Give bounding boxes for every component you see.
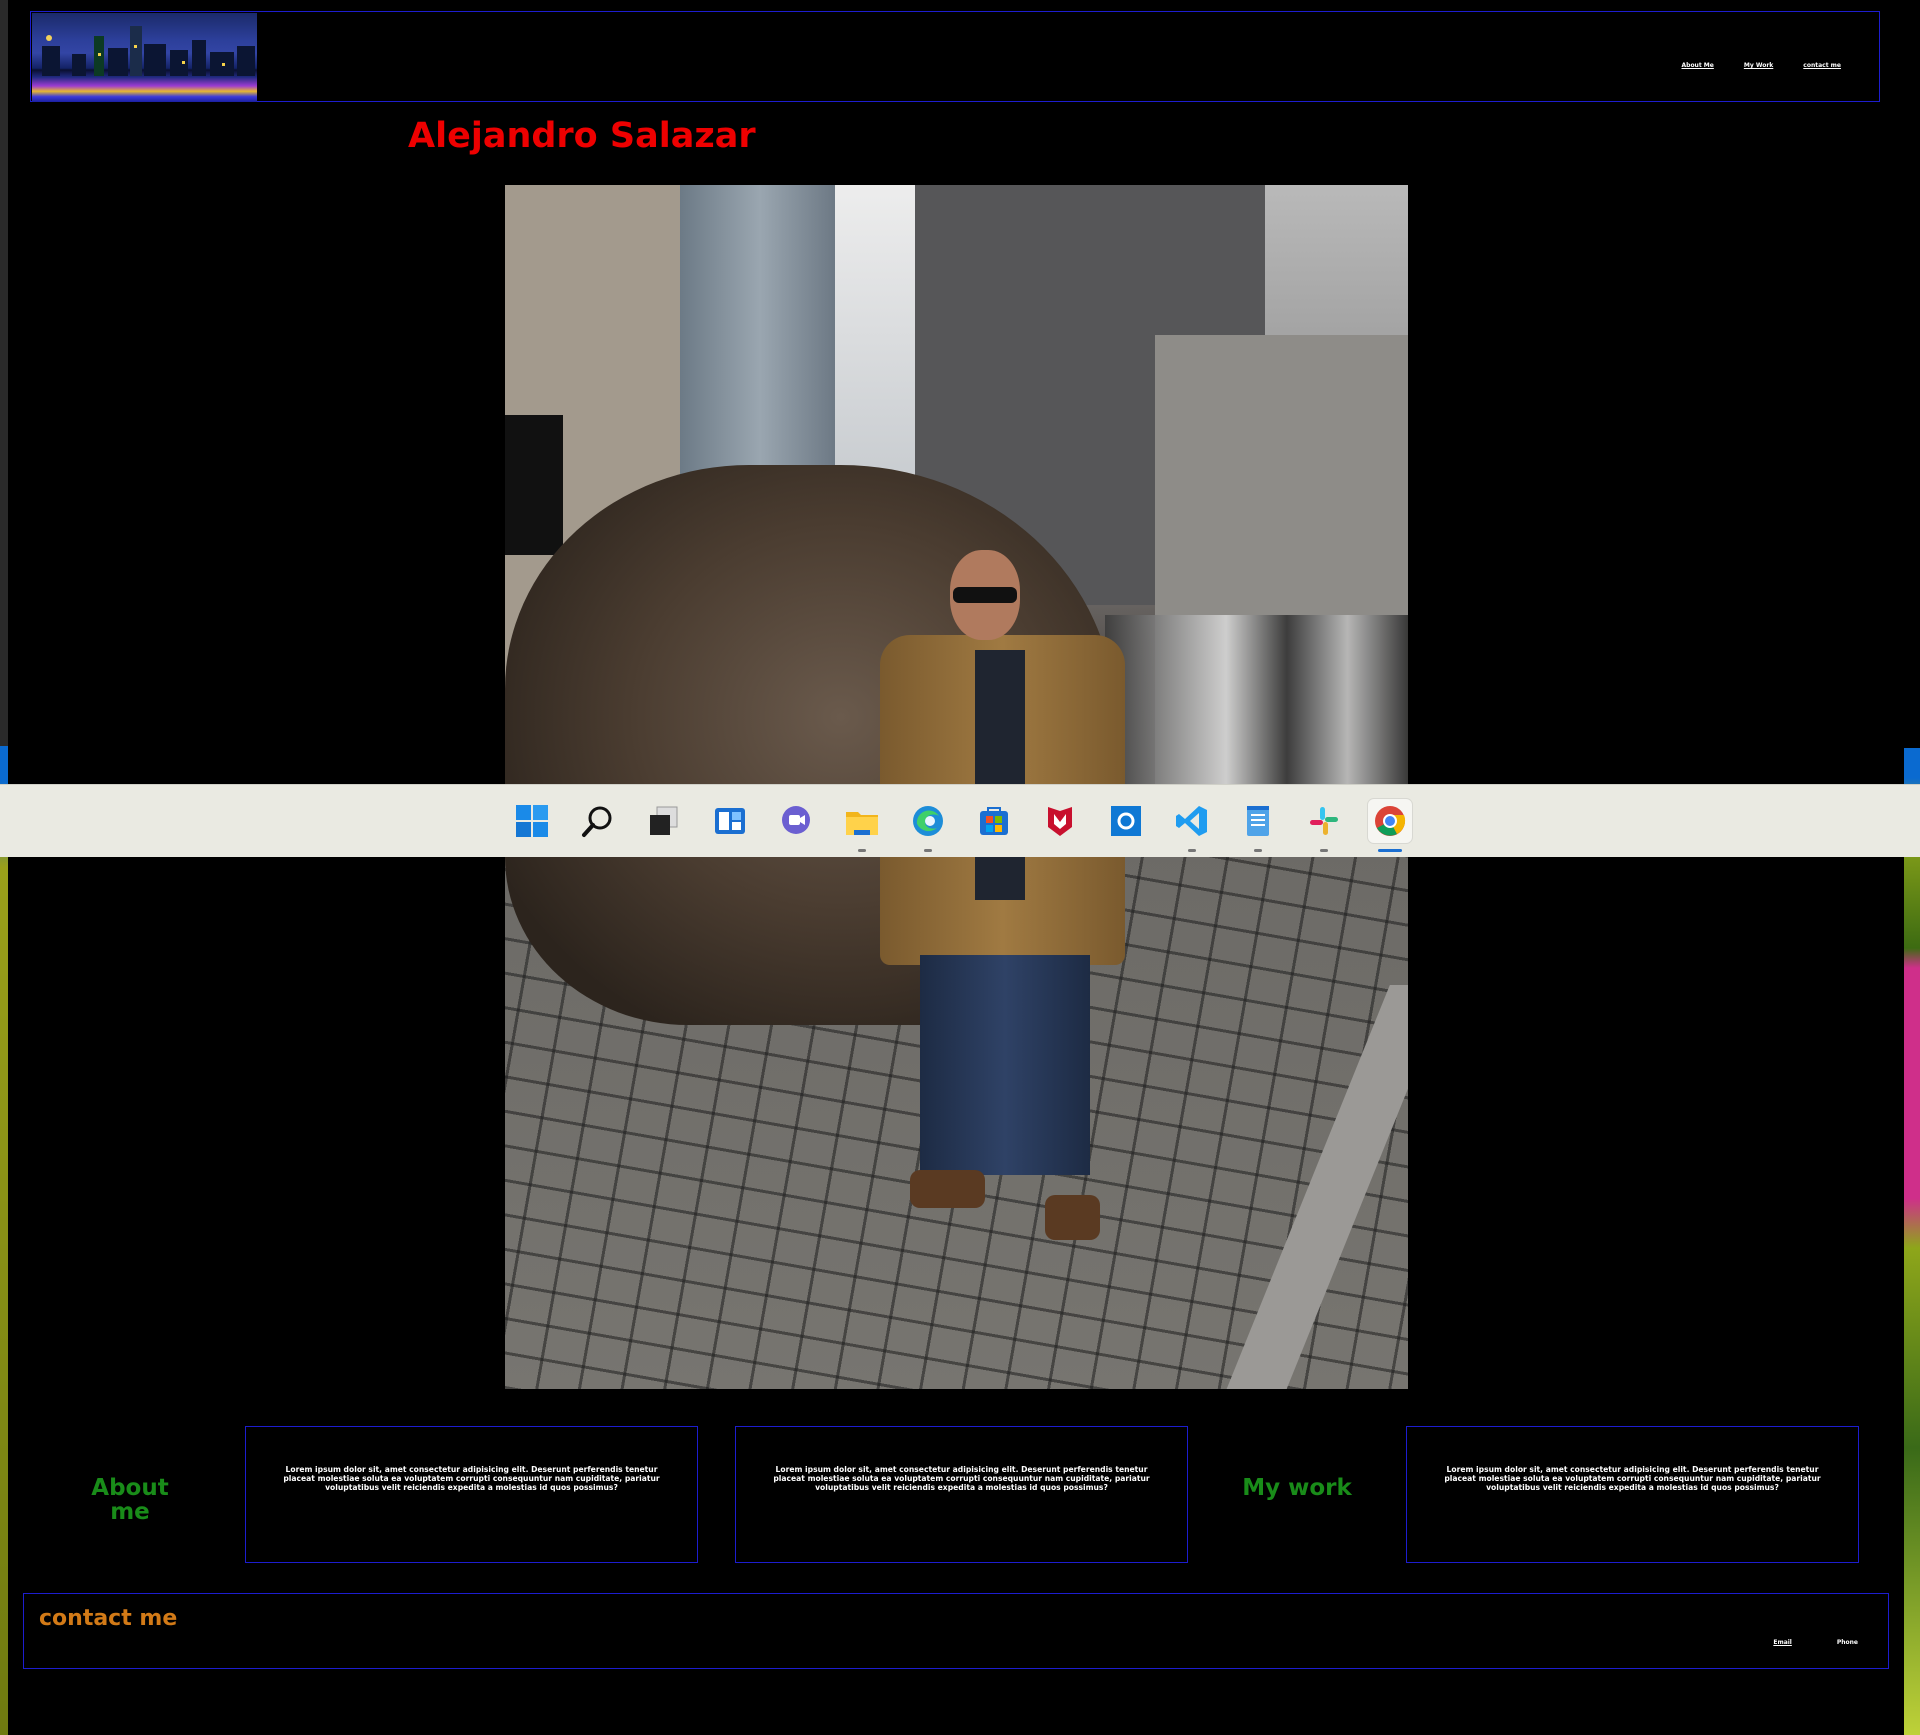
store-icon[interactable] — [972, 799, 1016, 843]
slack-icon[interactable] — [1302, 799, 1346, 852]
about-text: Lorem ipsum dolor sit, amet consectetur … — [283, 1465, 660, 1492]
windows-taskbar — [0, 784, 1920, 857]
work-text-box: Lorem ipsum dolor sit, amet consectetur … — [1406, 1426, 1859, 1563]
desktop-edge-right — [1904, 748, 1920, 1735]
nav-link-contact-me[interactable]: contact me — [1803, 62, 1841, 69]
vscode-icon[interactable] — [1170, 799, 1214, 852]
my-work-label: My work — [1242, 1475, 1352, 1501]
about-text-box-2: Lorem ipsum dolor sit, amet consectetur … — [735, 1426, 1188, 1563]
teams-chat-icon[interactable] — [774, 799, 818, 843]
contact-title: contact me — [39, 1606, 178, 1631]
notepad-icon[interactable] — [1236, 799, 1280, 852]
start-icon[interactable] — [510, 799, 554, 843]
phone-label: Phone — [1836, 1639, 1858, 1646]
work-text: Lorem ipsum dolor sit, amet consectetur … — [1444, 1465, 1821, 1492]
site-header: About Me My Work contact me — [30, 11, 1880, 102]
contact-section: contact me Email Phone — [23, 1593, 1889, 1669]
cortana-icon[interactable] — [1104, 799, 1148, 843]
desktop-edge-left — [0, 0, 8, 1735]
logo-image — [32, 13, 257, 102]
nav-link-about-me[interactable]: About Me — [1682, 62, 1714, 69]
widgets-icon[interactable] — [708, 799, 752, 843]
about-text-2: Lorem ipsum dolor sit, amet consectetur … — [773, 1465, 1150, 1492]
search-icon[interactable] — [576, 799, 620, 843]
about-text-box: Lorem ipsum dolor sit, amet consectetur … — [245, 1426, 698, 1563]
chrome-icon[interactable] — [1368, 799, 1412, 852]
email-link[interactable]: Email — [1773, 1639, 1792, 1646]
contact-links: Email Phone — [1773, 1639, 1858, 1646]
file-explorer-icon[interactable] — [840, 799, 884, 852]
page-title: Alejandro Salazar — [408, 116, 756, 156]
main-nav: About Me My Work contact me — [1682, 62, 1842, 69]
edge-icon[interactable] — [906, 799, 950, 852]
mcafee-icon[interactable] — [1038, 799, 1082, 843]
nav-link-my-work[interactable]: My Work — [1744, 62, 1773, 69]
about-me-label: About me — [91, 1475, 169, 1525]
task-view-icon[interactable] — [642, 799, 686, 843]
